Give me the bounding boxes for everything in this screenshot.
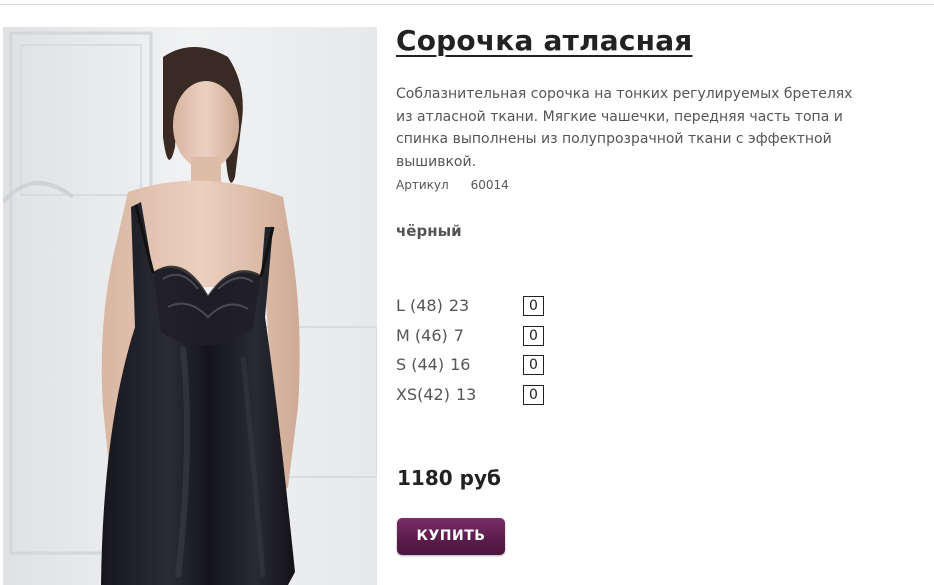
- size-name: S (44): [396, 355, 445, 374]
- quantity-input-s[interactable]: 0: [523, 355, 544, 375]
- buy-button[interactable]: КУПИТЬ: [397, 518, 505, 555]
- size-name: M (46): [396, 325, 448, 345]
- size-row-xs: XS(42) 13 0: [396, 383, 556, 413]
- size-name: L (48): [396, 296, 443, 315]
- size-row-m: M (46) 7 0: [396, 324, 556, 354]
- size-label: XS(42) 13: [396, 385, 476, 404]
- size-stock: 7: [453, 325, 464, 345]
- size-stock: 16: [450, 355, 471, 374]
- top-divider: [0, 4, 934, 5]
- size-list: L (48) 23 0 M (46) 7 0 S (44) 16 0 XS(42) 13…: [396, 294, 556, 412]
- article-label: Артикул: [396, 178, 449, 192]
- size-label: S (44) 16: [396, 355, 470, 374]
- quantity-input-xs[interactable]: 0: [523, 384, 544, 405]
- quantity-input-l[interactable]: 0: [523, 296, 544, 316]
- article-value: 60014: [470, 178, 509, 192]
- product-photo-illustration: [3, 27, 377, 585]
- product-photo[interactable]: [3, 27, 377, 585]
- size-row-l: L (48) 23 0: [396, 294, 556, 324]
- size-name: XS(42): [396, 384, 450, 404]
- product-color: чёрный: [396, 222, 462, 240]
- article-info: Артикул 60014: [396, 178, 509, 192]
- size-stock: 13: [455, 384, 477, 404]
- product-price: 1180 руб: [397, 466, 501, 490]
- product-description: Соблазнительная сорочка на тонких регули…: [396, 86, 853, 170]
- size-row-s: S (44) 16 0: [396, 353, 556, 383]
- product-title: Сорочка атласная: [396, 24, 693, 57]
- quantity-input-m[interactable]: 0: [523, 325, 544, 346]
- size-label: M (46) 7: [396, 326, 464, 345]
- size-stock: 23: [448, 296, 470, 315]
- size-label: L (48) 23: [396, 296, 469, 315]
